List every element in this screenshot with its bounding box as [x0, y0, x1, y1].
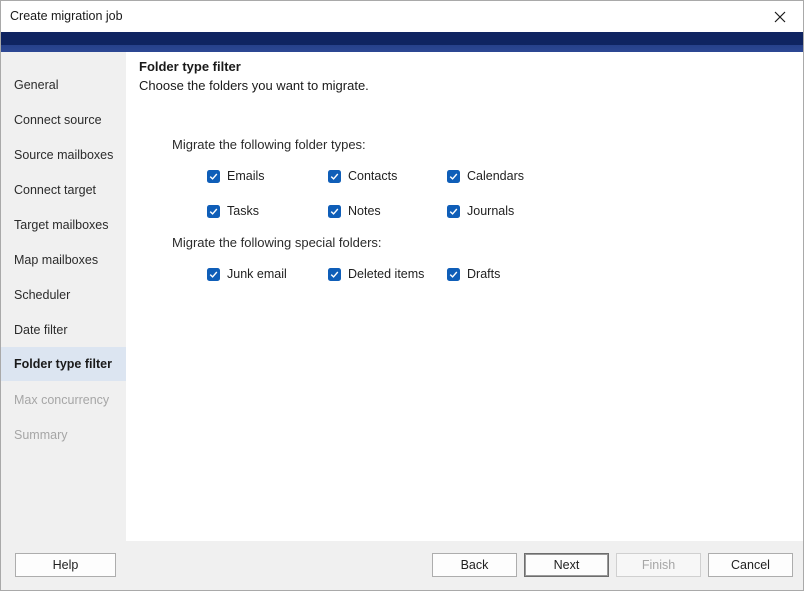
title-bar: Create migration job	[1, 1, 803, 32]
close-button[interactable]	[757, 1, 803, 32]
checkbox-notes[interactable]: Notes	[328, 202, 381, 220]
checkbox-checked-icon	[447, 204, 460, 218]
wizard-sidebar: General Connect source Source mailboxes …	[1, 52, 126, 541]
checkbox-label: Tasks	[227, 204, 259, 218]
checkbox-calendars[interactable]: Calendars	[447, 167, 524, 185]
checkbox-label: Calendars	[467, 169, 524, 183]
folder-types-label: Migrate the following folder types:	[172, 137, 366, 152]
close-icon	[774, 11, 786, 22]
checkbox-emails[interactable]: Emails	[207, 167, 265, 185]
sidebar-item-connect-source[interactable]: Connect source	[1, 103, 126, 137]
checkbox-junk-email[interactable]: Junk email	[207, 265, 287, 283]
checkbox-checked-icon	[328, 204, 341, 218]
checkbox-checked-icon	[207, 204, 220, 218]
finish-button: Finish	[616, 553, 701, 577]
sidebar-item-scheduler[interactable]: Scheduler	[1, 278, 126, 312]
dialog-window: Create migration job General Connect sou…	[0, 0, 804, 591]
checkbox-label: Journals	[467, 204, 515, 218]
next-button[interactable]: Next	[524, 553, 609, 577]
checkbox-contacts[interactable]: Contacts	[328, 167, 397, 185]
checkbox-label: Emails	[227, 169, 265, 183]
checkbox-label: Junk email	[227, 267, 287, 281]
sidebar-item-summary: Summary	[14, 428, 68, 442]
cancel-button[interactable]: Cancel	[708, 553, 793, 577]
checkbox-checked-icon	[207, 169, 220, 183]
back-button[interactable]: Back	[432, 553, 517, 577]
checkbox-checked-icon	[447, 169, 460, 183]
sidebar-item-map-mailboxes[interactable]: Map mailboxes	[1, 243, 126, 277]
checkbox-label: Notes	[348, 204, 381, 218]
checkbox-drafts[interactable]: Drafts	[447, 265, 500, 283]
sidebar-item-source-mailboxes[interactable]: Source mailboxes	[1, 138, 126, 172]
checkbox-label: Contacts	[348, 169, 398, 183]
footer-bar: Help Back Next Finish Cancel	[1, 541, 803, 590]
checkbox-checked-icon	[328, 267, 341, 281]
content-panel: Folder type filter Choose the folders yo…	[126, 52, 803, 541]
window-title: Create migration job	[10, 9, 123, 23]
help-button[interactable]: Help	[15, 553, 116, 577]
sidebar-item-target-mailboxes[interactable]: Target mailboxes	[1, 208, 126, 242]
header-banner	[1, 32, 803, 52]
checkbox-tasks[interactable]: Tasks	[207, 202, 259, 220]
sidebar-item-connect-target[interactable]: Connect target	[1, 173, 126, 207]
sidebar-item-max-concurrency: Max concurrency	[14, 393, 110, 407]
page-subtitle: Choose the folders you want to migrate.	[139, 78, 369, 93]
checkbox-deleted-items[interactable]: Deleted items	[328, 265, 424, 283]
checkbox-journals[interactable]: Journals	[447, 202, 514, 220]
checkbox-label: Drafts	[467, 267, 501, 281]
page-title: Folder type filter	[139, 59, 241, 74]
checkbox-checked-icon	[207, 267, 220, 281]
checkbox-checked-icon	[447, 267, 460, 281]
sidebar-item-general[interactable]: General	[1, 68, 126, 102]
special-folders-label: Migrate the following special folders:	[172, 235, 382, 250]
sidebar-item-folder-type-filter[interactable]: Folder type filter	[1, 347, 126, 381]
checkbox-checked-icon	[328, 169, 341, 183]
sidebar-item-date-filter[interactable]: Date filter	[1, 313, 126, 347]
checkbox-label: Deleted items	[348, 267, 425, 281]
